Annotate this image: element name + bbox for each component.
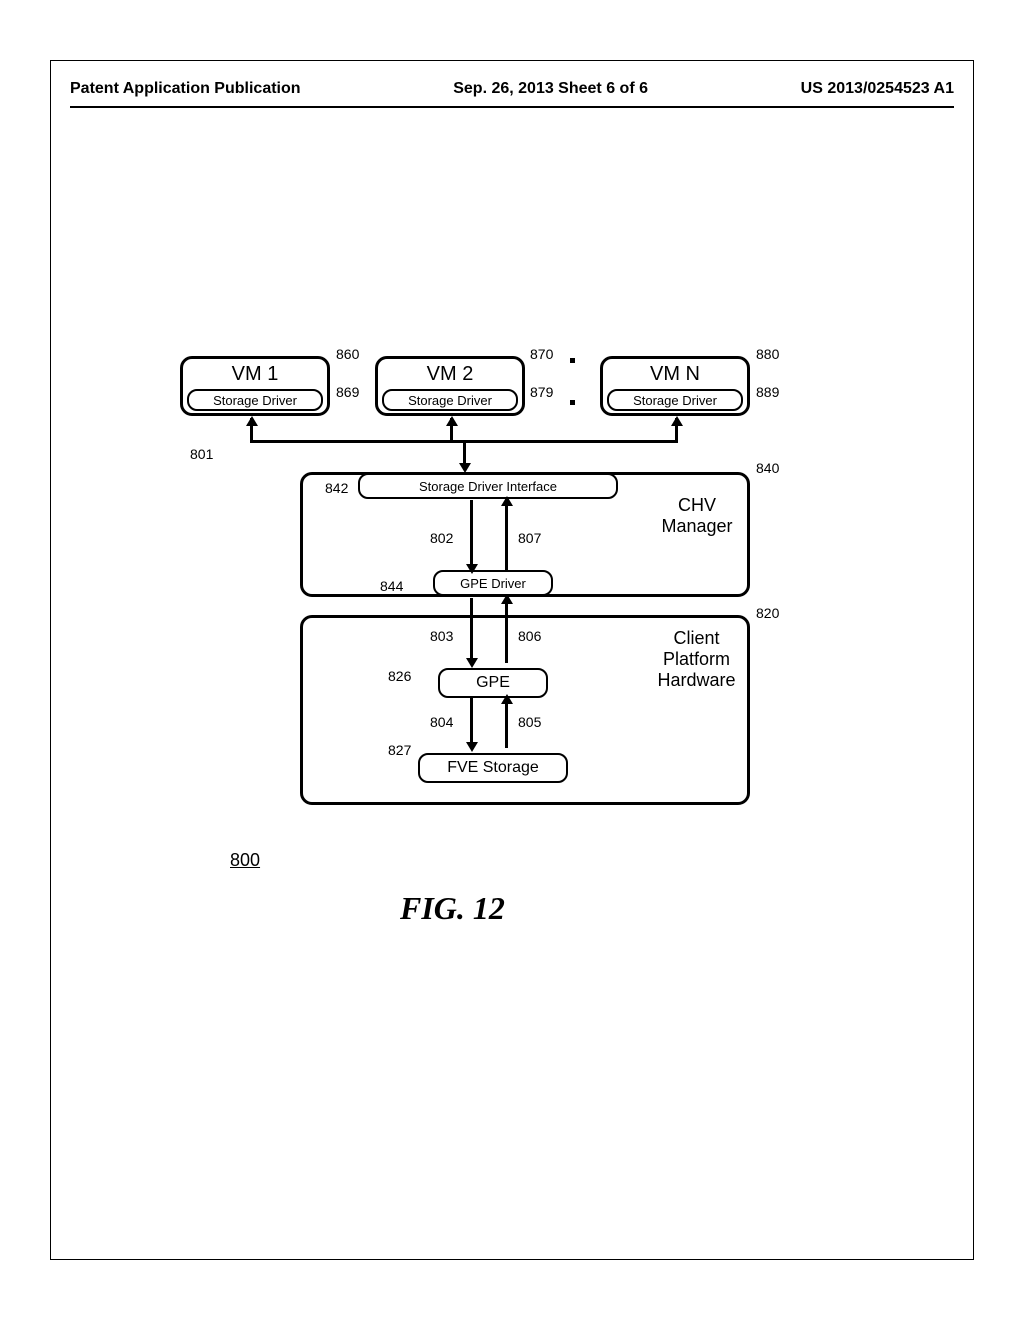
- sdi-box: Storage Driver Interface: [358, 473, 618, 499]
- ref-827: 827: [388, 742, 411, 758]
- arrow-806-line: [505, 598, 508, 663]
- ellipsis-dot: [570, 400, 575, 405]
- arrow-805-line: [505, 698, 508, 748]
- vmn-driver: Storage Driver: [607, 389, 743, 411]
- ref-879: 879: [530, 384, 553, 400]
- arrow-802-head: [466, 564, 478, 574]
- ref-826: 826: [388, 668, 411, 684]
- fve-box: FVE Storage: [418, 753, 568, 783]
- figure-number: 800: [230, 850, 260, 871]
- header-center: Sep. 26, 2013 Sheet 6 of 6: [453, 80, 648, 98]
- vmn-title: VM N: [603, 359, 747, 386]
- vm1-box: VM 1 Storage Driver: [180, 356, 330, 416]
- ref-889: 889: [756, 384, 779, 400]
- ref-807: 807: [518, 530, 541, 546]
- ref-802: 802: [430, 530, 453, 546]
- vmn-box: VM N Storage Driver: [600, 356, 750, 416]
- hw-title: Client Platform Hardware: [654, 628, 739, 691]
- vm2-box: VM 2 Storage Driver: [375, 356, 525, 416]
- page-header: Patent Application Publication Sep. 26, …: [70, 80, 954, 98]
- vm2-driver: Storage Driver: [382, 389, 518, 411]
- ref-804: 804: [430, 714, 453, 730]
- arrow-807-head: [501, 496, 513, 506]
- header-right: US 2013/0254523 A1: [801, 80, 954, 98]
- arrow-802-line: [470, 500, 473, 570]
- vm1-title: VM 1: [183, 359, 327, 386]
- ref-805: 805: [518, 714, 541, 730]
- arrow-803-line: [470, 598, 473, 663]
- ellipsis-dot: [570, 358, 575, 363]
- vmn-arrow-up: [671, 416, 683, 426]
- arrow-806-head: [501, 594, 513, 604]
- header-rule: [70, 106, 954, 108]
- figure-title: FIG. 12: [400, 890, 505, 927]
- chv-title: CHV Manager: [657, 495, 737, 537]
- ref-806: 806: [518, 628, 541, 644]
- ref-801: 801: [190, 446, 213, 462]
- ref-844: 844: [380, 578, 403, 594]
- vm1-arrow-up: [246, 416, 258, 426]
- header-left: Patent Application Publication: [70, 80, 301, 98]
- gpe-driver-box: GPE Driver: [433, 570, 553, 596]
- vm2-arrow-up: [446, 416, 458, 426]
- ref-842: 842: [325, 480, 348, 496]
- ref-880: 880: [756, 346, 779, 362]
- vm1-driver: Storage Driver: [187, 389, 323, 411]
- ref-803: 803: [430, 628, 453, 644]
- ref-840: 840: [756, 460, 779, 476]
- arrow-803-head: [466, 658, 478, 668]
- arrow-805-head: [501, 694, 513, 704]
- arrow-804-line: [470, 698, 473, 748]
- ref-820: 820: [756, 605, 779, 621]
- gpe-box: GPE: [438, 668, 548, 698]
- ref-860: 860: [336, 346, 359, 362]
- vm2-title: VM 2: [378, 359, 522, 386]
- diagram-800: VM 1 Storage Driver 860 869 VM 2 Storage…: [170, 340, 770, 860]
- ref-869: 869: [336, 384, 359, 400]
- ref-870: 870: [530, 346, 553, 362]
- arrow-807-line: [505, 500, 508, 570]
- arrow-804-head: [466, 742, 478, 752]
